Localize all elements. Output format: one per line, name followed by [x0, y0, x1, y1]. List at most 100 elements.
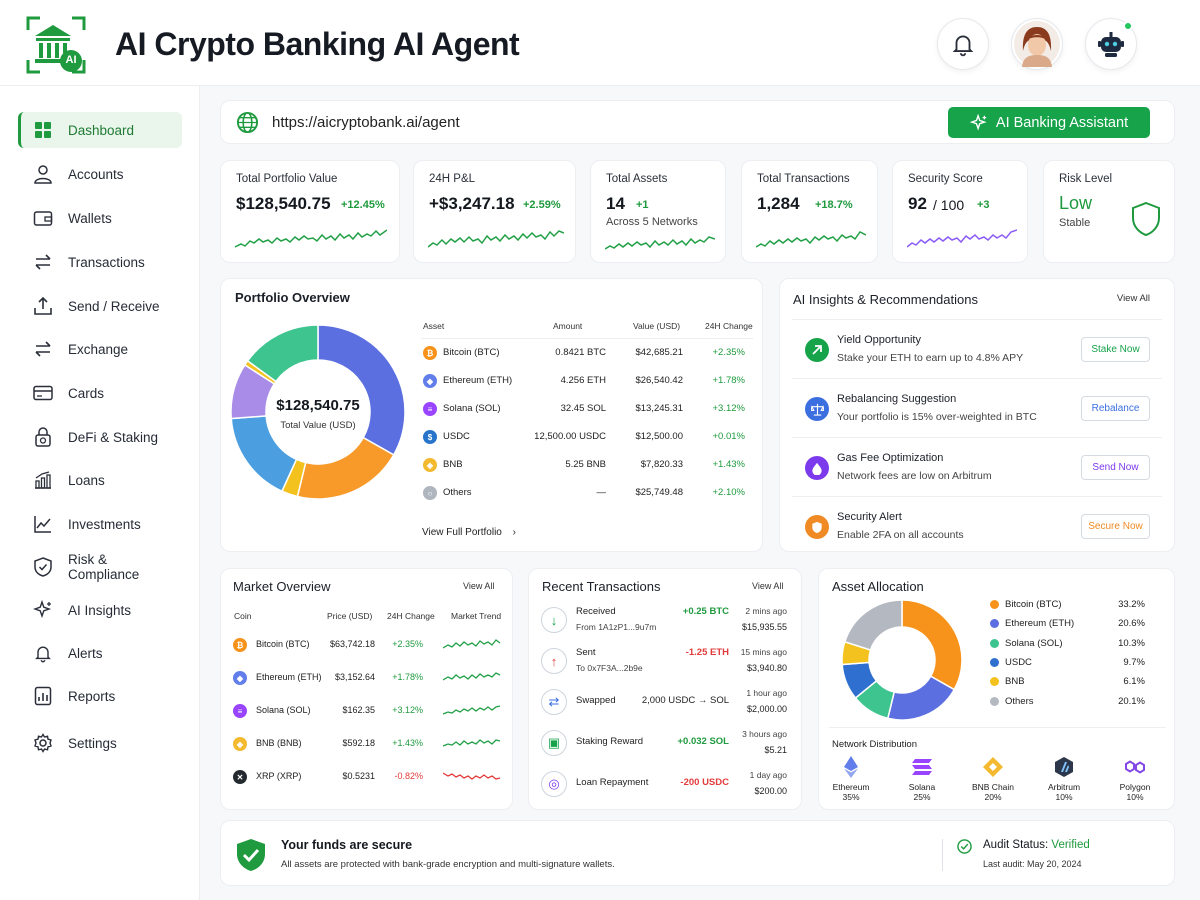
transaction-usd: $15,935.55 — [741, 622, 787, 632]
asset-amount: 32.45 SOL — [560, 403, 606, 414]
network-item: Polygon 10% — [1105, 755, 1165, 802]
url-bar[interactable]: https://aicryptobank.ai/agent AI Banking… — [220, 100, 1175, 144]
trend-icon — [32, 513, 54, 535]
stat-change: +12.45% — [341, 199, 385, 211]
portfolio-row[interactable]: ◈ BNB 5.25 BNB $7,820.33 +1.43% — [421, 457, 753, 481]
transaction-row[interactable]: ▣ Staking Reward +0.032 SOL 3 hours ago $5.2… — [529, 726, 801, 764]
view-all-link[interactable]: View All — [1117, 293, 1150, 304]
network-share: 20% — [984, 792, 1002, 802]
portfolio-row[interactable]: ≡ Solana (SOL) 32.45 SOL $13,245.31 +3.12% — [421, 401, 753, 425]
insight-description: Network fees are low on Arbitrum — [837, 470, 992, 482]
sidebar-item-label: Accounts — [68, 166, 124, 182]
legend-swatch — [990, 638, 999, 648]
coin-change: +1.43% — [392, 738, 423, 748]
sidebar-item-investments[interactable]: Investments — [18, 506, 182, 542]
portfolio-row[interactable]: $ USDC 12,500.00 USDC $12,500.00 +0.01% — [421, 429, 753, 453]
legend-label: Others — [1005, 695, 1034, 707]
check-circle-icon — [957, 839, 972, 854]
portfolio-row[interactable]: ◆ Ethereum (ETH) 4.256 ETH $26,540.42 +1.78% — [421, 373, 753, 397]
view-all-link[interactable]: View All — [463, 581, 494, 591]
robot-icon — [1098, 32, 1124, 57]
portfolio-row[interactable]: ○ Others — $25,749.48 +2.10% — [421, 485, 753, 509]
sidebar-item-alerts[interactable]: Alerts — [18, 635, 182, 671]
column-header: Amount — [553, 321, 583, 331]
stake-now-button[interactable]: Stake Now — [1081, 337, 1150, 362]
audit-value: Verified — [1051, 839, 1090, 851]
transaction-type: Loan Repayment — [576, 777, 649, 788]
asset-amount: 5.25 BNB — [565, 459, 606, 470]
coin-change: +2.35% — [392, 639, 423, 649]
coin-name: Bitcoin (BTC) — [256, 639, 310, 649]
asset-change: +2.10% — [712, 487, 746, 498]
audit-status: Audit Status: Verified — [983, 839, 1090, 851]
ai-banking-assistant-button[interactable]: AI Banking Assistant — [948, 107, 1150, 138]
stat-value: +$3,247.18 — [429, 194, 515, 213]
sidebar-item-label: Loans — [68, 472, 105, 488]
ai-agent-button[interactable] — [1085, 18, 1137, 70]
bank-logo-icon: AI — [26, 16, 86, 74]
donut-center-value: $128,540.75 — [276, 397, 360, 414]
sidebar-item-ai-insights[interactable]: AI Insights — [18, 592, 182, 628]
asset-name: Solana (SOL) — [443, 403, 501, 414]
market-row[interactable]: ₿ Bitcoin (BTC) $63,742.18 +2.35% — [231, 633, 506, 657]
transaction-row[interactable]: ◎ Loan Repayment -200 USDC 1 day ago $200.00 — [529, 767, 801, 805]
sidebar-item-reports[interactable]: Reports — [18, 678, 182, 714]
asset-change: +1.78% — [712, 375, 746, 386]
trend-sparkline — [443, 772, 501, 780]
column-header: 24H Change — [387, 611, 435, 621]
sparkline — [605, 236, 715, 250]
sidebar-item-risk-compliance[interactable]: Risk & Compliance — [18, 549, 182, 585]
sidebar-item-label: Send / Receive — [68, 298, 160, 314]
divider — [942, 839, 943, 871]
coin-name: XRP (XRP) — [256, 771, 302, 781]
sidebar-item-defi-staking[interactable]: DeFi & Staking — [18, 419, 182, 455]
legend-swatch — [990, 696, 999, 706]
stat-value: 92 — [908, 194, 927, 213]
network-name: Arbitrum — [1047, 782, 1081, 792]
coin-icon: ✕ — [233, 770, 247, 784]
sidebar-item-transactions[interactable]: Transactions — [18, 244, 182, 280]
transfer-icon — [32, 251, 54, 273]
secure-description: All assets are protected with bank-grade… — [281, 859, 615, 870]
asset-amount: 4.256 ETH — [560, 375, 606, 386]
sidebar-item-label: Exchange — [68, 341, 129, 357]
transaction-amount: +0.032 SOL — [677, 736, 730, 747]
sidebar-item-send-receive[interactable]: Send / Receive — [18, 288, 182, 324]
sidebar-item-exchange[interactable]: Exchange — [18, 331, 182, 367]
view-all-link[interactable]: View All — [752, 581, 783, 591]
sidebar-item-dashboard[interactable]: Dashboard — [18, 112, 182, 148]
legend-swatch — [990, 600, 999, 609]
portfolio-row[interactable]: ₿ Bitcoin (BTC) 0.8421 BTC $42,685.21 +2.35% — [421, 345, 753, 369]
send-now-button[interactable]: Send Now — [1081, 455, 1150, 480]
asset-change: +3.12% — [712, 403, 746, 414]
secure-now-button[interactable]: Secure Now — [1081, 514, 1150, 539]
transaction-row[interactable]: ↓ Received From 1A1zP1...9u7m +0.25 BTC 2 mi… — [529, 603, 801, 641]
user-avatar[interactable] — [1011, 18, 1063, 70]
transaction-row[interactable]: ⇄ Swapped 2,000 USDC → SOL 1 hour ago $2,000… — [529, 685, 801, 723]
sidebar: Dashboard Accounts Wallets Transactions … — [0, 86, 200, 900]
sidebar-item-loans[interactable]: Loans — [18, 462, 182, 498]
transaction-usd: $5.21 — [764, 745, 787, 755]
market-row[interactable]: ≡ Solana (SOL) $162.35 +3.12% — [231, 699, 506, 723]
transaction-time: 2 mins ago — [745, 606, 787, 616]
shield-icon — [32, 556, 54, 578]
legend-value: 33.2% — [1118, 599, 1145, 610]
sidebar-item-wallets[interactable]: Wallets — [18, 200, 182, 236]
stat-change: +2.59% — [523, 199, 561, 211]
transaction-row[interactable]: ↑ Sent To 0x7F3A...2b9e -1.25 ETH 15 mins ag… — [529, 644, 801, 682]
notifications-button[interactable] — [937, 18, 989, 70]
network-name: Solana — [908, 782, 936, 792]
market-row[interactable]: ✕ XRP (XRP) $0.5231 -0.82% — [231, 765, 506, 789]
stat-change: +3 — [977, 199, 990, 211]
stat-title: Total Portfolio Value — [236, 173, 338, 185]
market-row[interactable]: ◈ BNB (BNB) $592.18 +1.43% — [231, 732, 506, 756]
stat-value: 14 — [606, 194, 625, 213]
sidebar-item-cards[interactable]: Cards — [18, 375, 182, 411]
asset-amount: — — [596, 487, 607, 498]
coin-glyph: ≡ — [427, 404, 433, 414]
sidebar-item-accounts[interactable]: Accounts — [18, 156, 182, 192]
view-full-portfolio-link[interactable]: View Full Portfolio › — [422, 527, 516, 538]
market-row[interactable]: ◆ Ethereum (ETH) $3,152.64 +1.78% — [231, 666, 506, 690]
rebalance-button[interactable]: Rebalance — [1081, 396, 1150, 421]
sidebar-item-settings[interactable]: Settings — [18, 725, 182, 761]
